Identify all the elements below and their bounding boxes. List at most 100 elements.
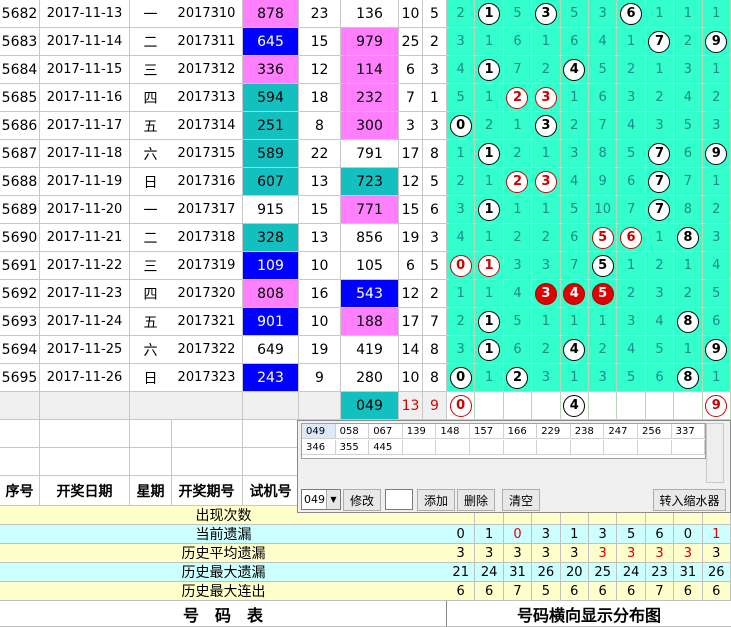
cell-span: 12 xyxy=(399,280,423,308)
number-item[interactable]: 256 xyxy=(638,424,672,439)
dist-cell: 7 xyxy=(645,168,675,196)
import-shrink-button[interactable]: 转入缩水器 xyxy=(653,489,726,511)
cell-period: 2017320 xyxy=(171,280,243,308)
number-item[interactable]: 346 xyxy=(302,440,336,455)
dist-cell: 1 xyxy=(447,280,476,308)
dist-cell: 1 xyxy=(532,140,561,168)
dist-cell: 7 xyxy=(645,140,675,168)
cell-trial: 649 xyxy=(243,336,299,364)
dist-cell: 2 xyxy=(503,364,533,392)
list-scrollbar[interactable] xyxy=(706,423,724,483)
number-item[interactable]: 058 xyxy=(335,424,370,439)
number-item[interactable]: 067 xyxy=(369,424,403,439)
dist-cell: 8 xyxy=(589,140,618,168)
cell-date: 2017-11-14 xyxy=(40,28,130,56)
dist-cell: 7 xyxy=(503,56,533,84)
dist-cell: 3 xyxy=(532,0,561,28)
header-seq[interactable]: 序号 xyxy=(0,476,40,506)
cell-count: 3 xyxy=(423,112,447,140)
stat-value: 3 xyxy=(617,544,646,563)
number-item[interactable]: 247 xyxy=(604,424,638,439)
pending-cell xyxy=(40,392,130,420)
header-date[interactable]: 开奖日期 xyxy=(40,476,130,506)
header-trial[interactable]: 试机号 xyxy=(243,476,299,506)
dist-cell: 5 xyxy=(503,308,533,336)
cell-period: 2017314 xyxy=(171,112,243,140)
header-period[interactable]: 开奖期号 xyxy=(171,476,243,506)
dist-cell: 1 xyxy=(475,28,504,56)
cell-date: 2017-11-16 xyxy=(40,84,130,112)
cell-count: 8 xyxy=(423,336,447,364)
cell-seq: 5685 xyxy=(0,84,40,112)
number-item[interactable]: 445 xyxy=(369,440,403,455)
number-item[interactable]: 355 xyxy=(335,440,370,455)
number-select[interactable]: 049 ▼ xyxy=(301,489,341,510)
number-item[interactable]: 337 xyxy=(671,424,706,439)
number-item[interactable] xyxy=(402,440,437,455)
cell-trial: 594 xyxy=(243,84,299,112)
dist-cell: 4 xyxy=(503,280,533,308)
stat-label: 历史最大连出 xyxy=(0,582,447,601)
cell-sum: 18 xyxy=(299,84,341,112)
dist-cell: 0 xyxy=(447,112,476,140)
add-button[interactable]: 添加 xyxy=(417,489,455,511)
stat-label: 历史最大遗漏 xyxy=(0,563,447,582)
cell-span: 3 xyxy=(399,112,423,140)
pending-dist-cell xyxy=(475,392,504,420)
dist-cell: 5 xyxy=(589,280,618,308)
cell-date: 2017-11-26 xyxy=(40,364,130,392)
number-item[interactable]: 139 xyxy=(402,424,437,439)
dist-cell: 1 xyxy=(475,56,504,84)
dist-cell: 6 xyxy=(674,140,703,168)
dist-cell: 3 xyxy=(532,84,561,112)
dist-cell: 8 xyxy=(674,224,703,252)
number-item[interactable] xyxy=(436,440,470,455)
dist-cell: 6 xyxy=(589,84,618,112)
number-item[interactable] xyxy=(537,440,571,455)
hit-ball: 0 xyxy=(449,254,472,277)
clear-button[interactable]: 清空 xyxy=(502,489,540,511)
dist-cell: 2 xyxy=(560,112,589,140)
stat-value: 0 xyxy=(503,525,533,544)
select-value: 049 xyxy=(304,493,325,506)
stat-value: 6 xyxy=(674,582,703,601)
number-item[interactable]: 238 xyxy=(570,424,605,439)
header-week[interactable]: 星期 xyxy=(130,476,172,506)
number-input[interactable] xyxy=(385,489,413,510)
number-item[interactable]: 148 xyxy=(436,424,470,439)
cell-date: 2017-11-22 xyxy=(40,252,130,280)
stat-value: 1 xyxy=(475,525,504,544)
cell-date: 2017-11-13 xyxy=(40,0,130,28)
number-item[interactable] xyxy=(638,440,672,455)
cell-sum: 9 xyxy=(299,364,341,392)
cell-count: 7 xyxy=(423,308,447,336)
dist-cell: 4 xyxy=(447,56,476,84)
number-item[interactable] xyxy=(671,440,706,455)
hit-ball: 7 xyxy=(648,142,671,165)
number-item[interactable] xyxy=(503,440,538,455)
cell-date: 2017-11-25 xyxy=(40,336,130,364)
modify-button[interactable]: 修改 xyxy=(343,489,381,511)
cell-date: 2017-11-23 xyxy=(40,280,130,308)
cell-seq: 5691 xyxy=(0,252,40,280)
number-item[interactable]: 157 xyxy=(470,424,504,439)
pending-cell xyxy=(171,392,243,420)
dist-cell: 6 xyxy=(617,168,646,196)
number-item[interactable]: 229 xyxy=(537,424,571,439)
number-item[interactable]: 049 xyxy=(302,424,336,439)
stat-value: 3 xyxy=(532,544,561,563)
dist-cell: 6 xyxy=(560,28,589,56)
dist-cell: 6 xyxy=(617,0,646,28)
number-item[interactable] xyxy=(470,440,504,455)
number-list[interactable]: 049 058 067 139 148 157 166 229 238 247 256 337 346 3… xyxy=(301,423,706,459)
cell-sum: 10 xyxy=(299,252,341,280)
number-item[interactable]: 166 xyxy=(503,424,538,439)
number-item[interactable] xyxy=(604,440,638,455)
dist-cell: 3 xyxy=(674,56,703,84)
dist-cell: 5 xyxy=(589,56,618,84)
number-item[interactable] xyxy=(570,440,605,455)
dist-cell: 4 xyxy=(674,84,703,112)
stat-value: 6 xyxy=(560,582,589,601)
dist-cell: 9 xyxy=(702,28,731,56)
delete-button[interactable]: 删除 xyxy=(457,489,495,511)
